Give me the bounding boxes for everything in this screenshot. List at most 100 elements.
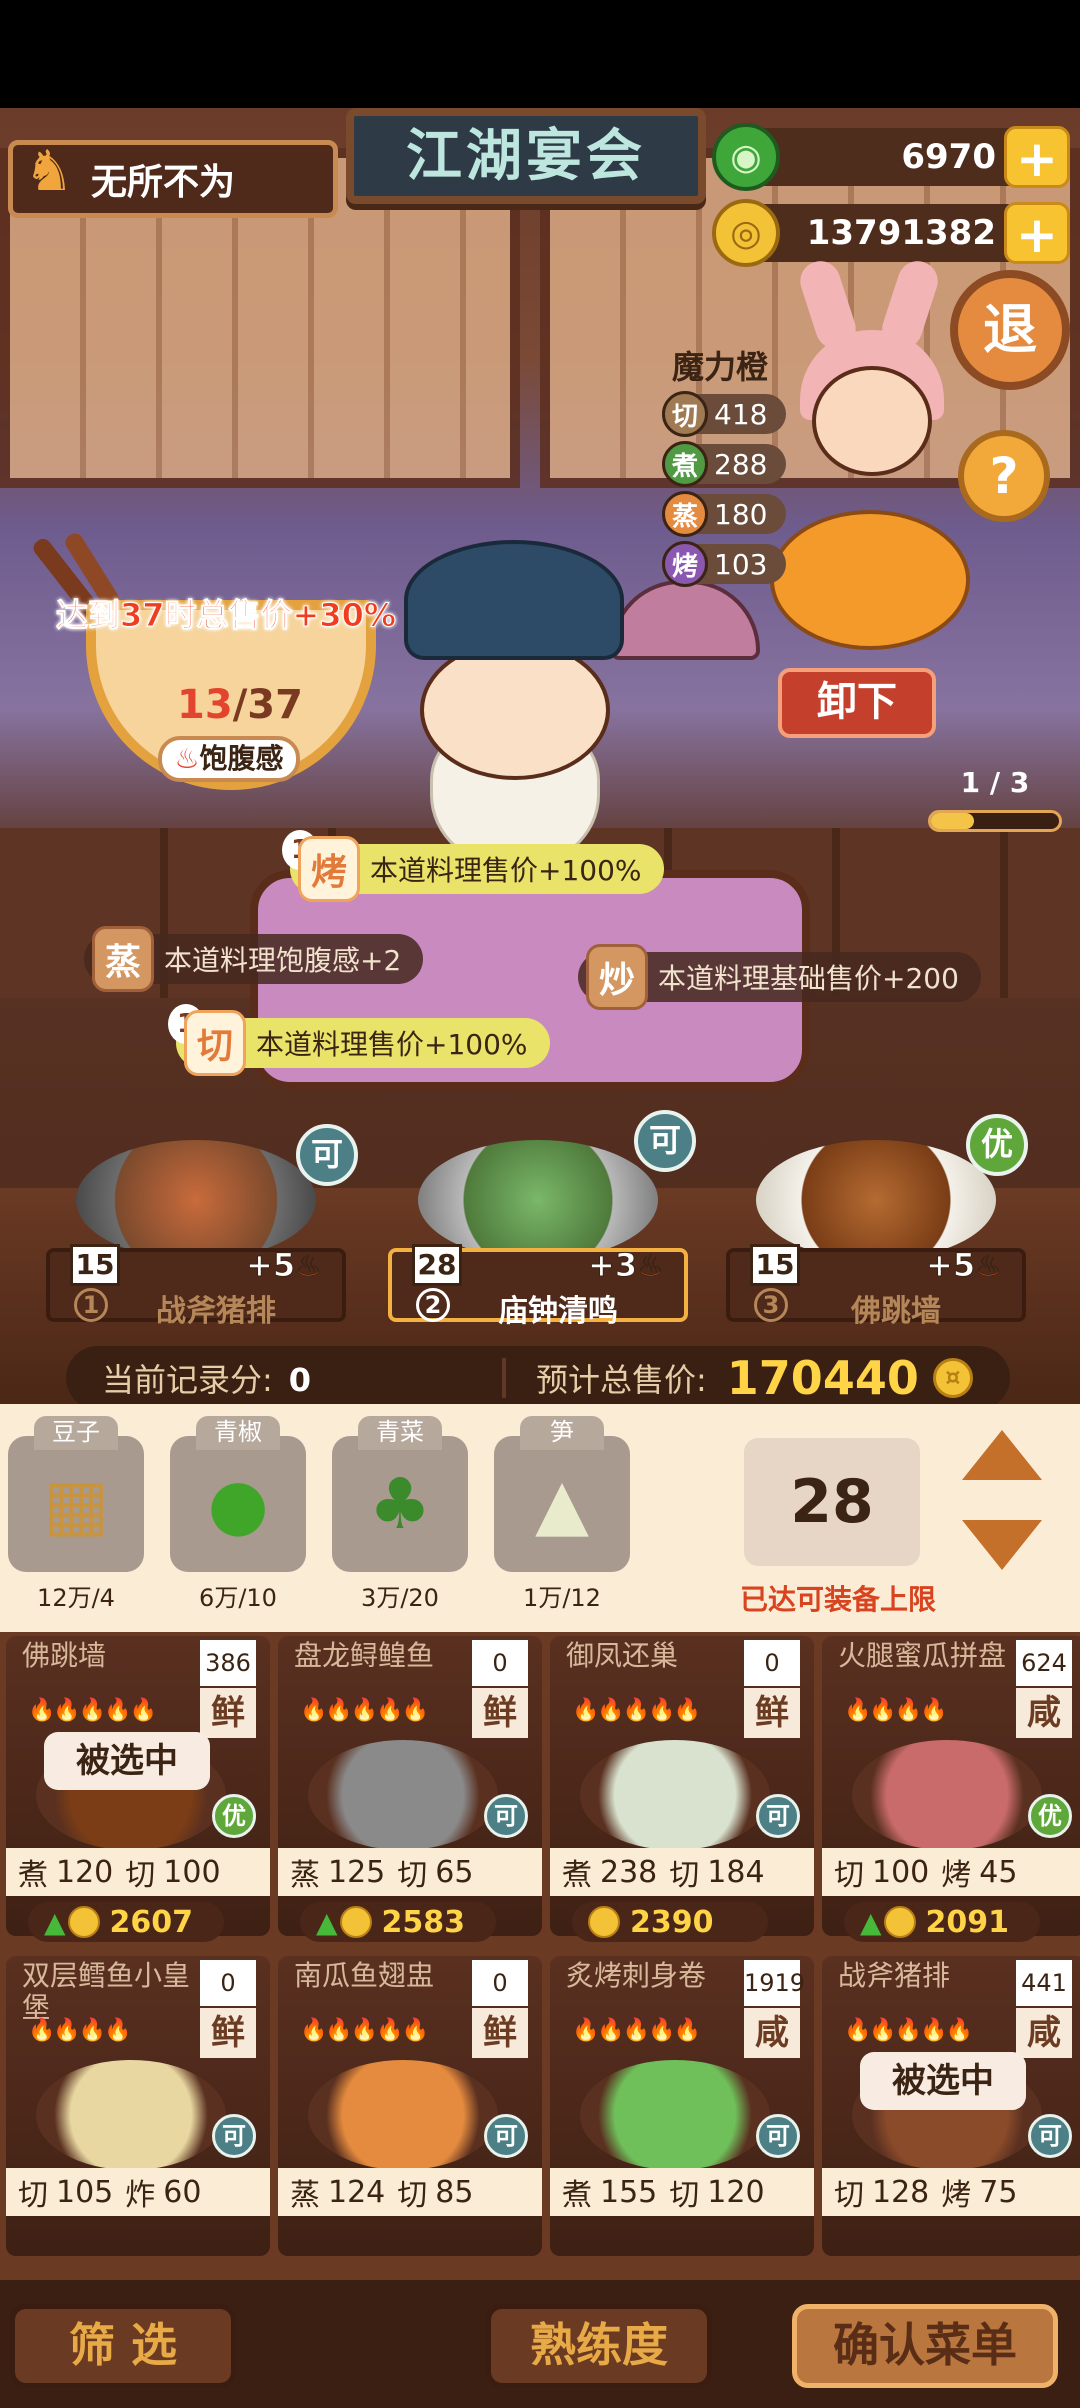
recipe-image <box>580 1740 770 1850</box>
unload-chef-button[interactable]: 卸下 <box>778 668 936 738</box>
recipe-taste: 鲜 <box>744 1688 800 1738</box>
up-arrow-icon: ▲ <box>316 1905 338 1939</box>
exit-button[interactable]: 退 <box>950 270 1070 390</box>
recipe-price-value: 2583 <box>381 1904 466 1940</box>
up-arrow-icon: ▲ <box>44 1905 66 1939</box>
skill-text: 本道料理售价+100% <box>256 1028 528 1061</box>
chef-stat-value: 288 <box>714 447 768 481</box>
skill-tag-bake: 1 烤 本道料理售价+100% <box>282 830 664 902</box>
recipe-taste: 咸 <box>1016 2008 1072 2058</box>
skill-label: 炸 <box>125 2178 156 2213</box>
recipe-card[interactable]: 御凤还巢 0 鲜 🔥🔥🔥🔥🔥 可煮 238 切 184 2390 <box>550 1636 814 1942</box>
satiety-label-text: 饱腹感 <box>199 742 284 775</box>
flame-icon: ♨ <box>174 742 200 775</box>
recipe-card[interactable]: 双层鳕鱼小皇堡 0 鲜 🔥🔥🔥🔥 可切 105 炸 60 <box>6 1956 270 2256</box>
recipe-stock: 386 <box>200 1640 256 1686</box>
dish-slot-2[interactable]: 28 +3♨ 2 庙钟清鸣 可 <box>388 1110 696 1330</box>
skill-icon: 切 <box>184 1010 246 1076</box>
add-jade-button[interactable]: + <box>1004 126 1070 188</box>
decrease-portion-button[interactable] <box>962 1520 1042 1570</box>
selected-tag: 被选中 <box>860 2052 1026 2110</box>
recipe-card[interactable]: 盘龙鲟鳇鱼 0 鲜 🔥🔥🔥🔥🔥 可蒸 125 切 65 ▲ 2583 <box>278 1636 542 1942</box>
proficiency-button[interactable]: 熟练度 <box>486 2304 712 2388</box>
ingredient-item[interactable]: 青椒 ● 6万/10 <box>170 1416 306 1613</box>
dish-image <box>418 1140 658 1260</box>
dish-name: 战斧猪排 <box>156 1294 276 1329</box>
skill-label: 烤 <box>941 1858 972 1893</box>
skill-value: 184 <box>707 1854 765 1890</box>
player-tag[interactable]: ♞ 无所不为 <box>8 139 338 218</box>
recipe-stock: 1919 <box>744 1960 805 2006</box>
chef-stat: 蒸 180 <box>662 491 786 537</box>
skill-text: 本道料理基础售价+200 <box>658 962 959 995</box>
dish-qty: 28 <box>412 1244 462 1286</box>
recipe-skills: 切 128 烤 75 <box>822 2168 1080 2216</box>
recipe-rarity: 🔥🔥🔥🔥 <box>844 1698 948 1723</box>
chef-page-indicator[interactable]: 1 / 3 <box>922 766 1068 850</box>
dish-bonus: +3♨ <box>588 1246 665 1285</box>
recipe-price-value: 2607 <box>109 1904 194 1940</box>
recipe-skills: 切 100 烤 45 <box>822 1848 1080 1896</box>
increase-portion-button[interactable] <box>962 1430 1042 1480</box>
recipe-taste: 鲜 <box>472 1688 528 1738</box>
recipe-image <box>580 2060 770 2170</box>
skill-label: 切 <box>834 2178 864 2213</box>
recipe-rarity: 🔥🔥🔥🔥🔥 <box>28 1698 157 1723</box>
confirm-menu-button[interactable]: 确认菜单 <box>792 2304 1058 2388</box>
recipe-card[interactable]: 南瓜鱼翅盅 0 鲜 🔥🔥🔥🔥🔥 可蒸 124 切 85 <box>278 1956 542 2256</box>
coin-icon <box>883 1906 916 1938</box>
skill-label: 切 <box>834 1858 864 1893</box>
dish-image <box>756 1140 996 1260</box>
dish-bonus-text: +3 <box>588 1246 638 1285</box>
chef-page-bar <box>928 810 1062 832</box>
skill-value: 45 <box>979 1854 1018 1890</box>
satiety-bonus-text: 达到37时总售价+30% <box>56 596 397 635</box>
skill-value: 155 <box>600 2174 658 2210</box>
record-label: 当前记录分: <box>102 1361 273 1399</box>
recipe-card[interactable]: 炙烤刺身卷 1919 咸 🔥🔥🔥🔥🔥 可煮 155 切 120 <box>550 1956 814 2256</box>
recipe-card[interactable]: 佛跳墙 386 鲜 🔥🔥🔥🔥🔥 被选中优煮 120 切 100 ▲ 2607 <box>6 1636 270 1942</box>
skill-label: 煮 <box>18 1858 48 1893</box>
recipe-stock: 0 <box>744 1640 800 1686</box>
recipe-title: 御凤还巢 <box>566 1639 679 1672</box>
skill-label: 切 <box>669 2178 700 2213</box>
ingredient-item[interactable]: 青菜 ♣ 3万/20 <box>332 1416 468 1613</box>
skill-icon: 烤 <box>298 836 360 902</box>
filter-button[interactable]: 筛 选 <box>10 2304 236 2388</box>
recipe-card[interactable]: 战斧猪排 441 咸 🔥🔥🔥🔥🔥 被选中可切 128 烤 75 <box>822 1956 1080 2256</box>
rank-badge: 可 <box>484 2114 528 2158</box>
recipe-price: ▲ 2091 <box>844 1902 1040 1942</box>
coin-icon: ◎ <box>712 199 780 267</box>
skill-value: 120 <box>56 1854 114 1890</box>
rank-badge: 可 <box>484 1794 528 1838</box>
dish-qty: 15 <box>750 1244 800 1286</box>
dish-bonus-text: +5 <box>926 1246 976 1285</box>
skill-badge-icon: 烤 <box>662 541 708 587</box>
dish-slot-3[interactable]: 15 +5♨ 3 佛跳墙 优 <box>726 1114 1028 1330</box>
coin-icon <box>339 1906 372 1938</box>
ingredient-item[interactable]: 豆子 ▦ 12万/4 <box>8 1416 144 1613</box>
rank-badge: 优 <box>1028 1794 1072 1838</box>
rank-badge: 可 <box>756 2114 800 2158</box>
ingredient-name: 豆子 <box>34 1416 118 1450</box>
player-name: 无所不为 <box>91 162 236 203</box>
help-button[interactable]: ? <box>958 430 1050 522</box>
greens-icon: ♣ <box>332 1436 468 1572</box>
ingredient-item[interactable]: 笋 ▲ 1万/12 <box>494 1416 630 1613</box>
coin-icon <box>67 1906 100 1938</box>
dish-slot-1[interactable]: 15 +5♨ 1 战斧猪排 可 <box>46 1120 358 1330</box>
coin-icon: ¤ <box>932 1358 973 1398</box>
recipe-skills: 煮 238 切 184 <box>550 1848 814 1896</box>
recipe-image <box>852 1740 1042 1850</box>
recipe-taste: 鲜 <box>472 2008 528 2058</box>
recipe-price-value: 2390 <box>630 1904 714 1940</box>
skill-badge-icon: 煮 <box>662 441 708 487</box>
skill-value: 128 <box>872 2174 930 2210</box>
chef-stat: 切 418 <box>662 391 786 437</box>
add-coin-button[interactable]: + <box>1004 202 1070 264</box>
dish-bonus: +5♨ <box>926 1246 1003 1285</box>
jade-currency: ◉ 6970 + <box>712 123 1070 191</box>
recipe-card[interactable]: 火腿蜜瓜拼盘 624 咸 🔥🔥🔥🔥 优切 100 烤 45 ▲ 2091 <box>822 1636 1080 1942</box>
satiety-label: ♨饱腹感 <box>158 736 300 782</box>
bamboo-shoot-icon: ▲ <box>494 1436 630 1572</box>
